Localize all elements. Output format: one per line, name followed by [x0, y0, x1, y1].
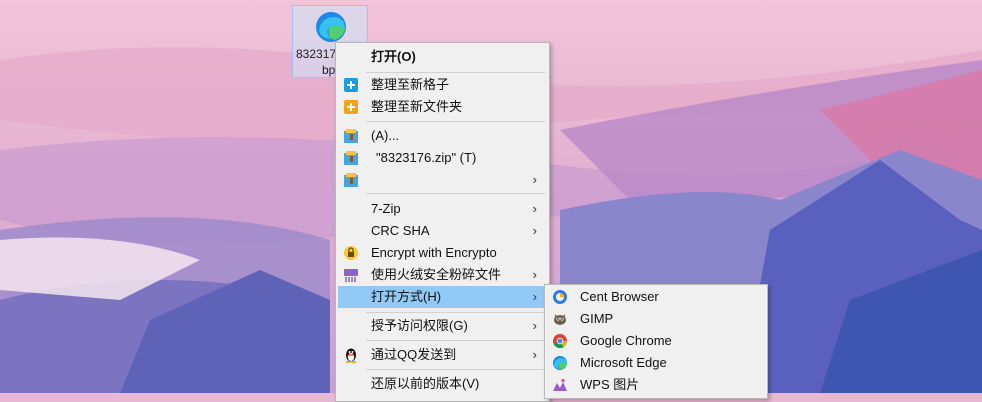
menu-separator: [366, 369, 545, 370]
menu-item-label: 打开(O): [371, 49, 416, 64]
menu-item-restore-versions[interactable]: 还原以前的版本(V): [338, 373, 547, 395]
chevron-right-icon: ›: [532, 223, 537, 238]
plus-box-blue-icon: [344, 78, 358, 92]
chevron-right-icon: ›: [532, 347, 537, 362]
submenu-item-gimp[interactable]: GIMP: [547, 308, 765, 330]
archive-icon: [344, 173, 358, 187]
menu-item-label: Encrypt with Encrypto: [371, 245, 497, 260]
menu-separator: [366, 193, 545, 194]
chevron-right-icon: ›: [532, 318, 537, 333]
menu-item-open-with[interactable]: 打开方式(H) ›: [338, 286, 547, 308]
submenu-item-cent-browser[interactable]: Cent Browser: [547, 286, 765, 308]
chevron-right-icon: ›: [532, 289, 537, 304]
submenu-item-label: Cent Browser: [580, 289, 659, 304]
archive-icon: [344, 129, 358, 143]
menu-item-crc-sha[interactable]: CRC SHA ›: [338, 220, 547, 242]
menu-separator: [366, 72, 545, 73]
open-with-submenu: Cent Browser GIMP Google Chrome Microsof…: [544, 284, 768, 399]
chevron-right-icon: ›: [532, 267, 537, 282]
menu-item-archive-zip[interactable]: "8323176.zip" (T): [338, 147, 547, 169]
menu-item-send-qq[interactable]: 通过QQ发送到 ›: [338, 344, 547, 366]
menu-separator: [366, 312, 545, 313]
menu-item-label: 7-Zip: [371, 201, 401, 216]
menu-separator: [366, 340, 545, 341]
edge-icon: [553, 356, 567, 370]
menu-item-label: 打开方式(H): [371, 289, 442, 304]
menu-item-archive-add[interactable]: (A)...: [338, 125, 547, 147]
submenu-item-label: Google Chrome: [580, 333, 672, 348]
cent-browser-icon: [553, 290, 567, 304]
qq-penguin-icon: [345, 348, 357, 363]
encrypto-lock-icon: [344, 246, 358, 260]
menu-item-label: "8323176.zip" (T): [376, 150, 477, 165]
menu-item-label: (A)...: [371, 128, 400, 143]
menu-separator: [366, 121, 545, 122]
menu-item-label: 还原以前的版本(V): [371, 376, 480, 391]
chevron-right-icon: ›: [532, 172, 537, 187]
submenu-item-label: Microsoft Edge: [580, 355, 667, 370]
gimp-icon: [554, 314, 566, 325]
menu-item-organize-folder[interactable]: 整理至新文件夹: [338, 96, 547, 118]
menu-item-label: CRC SHA: [371, 223, 430, 238]
submenu-item-label: GIMP: [580, 311, 614, 326]
edge-icon: [316, 12, 346, 42]
menu-item-label: 整理至新文件夹: [371, 99, 463, 114]
wps-picture-icon: [553, 378, 567, 391]
shredder-icon: [344, 269, 358, 282]
chrome-icon: [553, 334, 568, 349]
plus-folder-orange-icon: [344, 100, 358, 114]
menu-item-label: 通过QQ发送到: [371, 347, 457, 362]
archive-icon: [344, 151, 358, 165]
menu-item-label: 整理至新格子: [371, 77, 450, 92]
menu-item-archive-more[interactable]: ›: [338, 169, 547, 191]
chevron-right-icon: ›: [532, 201, 537, 216]
menu-item-label: 授予访问权限(G): [371, 318, 468, 333]
menu-item-organize-grid[interactable]: 整理至新格子: [338, 74, 547, 96]
menu-item-encrypto[interactable]: Encrypt with Encrypto: [338, 242, 547, 264]
menu-item-open[interactable]: 打开(O): [338, 46, 547, 68]
menu-item-7zip[interactable]: 7-Zip ›: [338, 198, 547, 220]
context-menu: 打开(O) 整理至新格子 整理至新文件夹 (A)... "8323176.zip…: [335, 42, 550, 402]
menu-item-label: 使用火绒安全粉碎文件: [371, 267, 502, 282]
menu-item-grant-access[interactable]: 授予访问权限(G) ›: [338, 315, 547, 337]
submenu-item-microsoft-edge[interactable]: Microsoft Edge: [547, 352, 765, 374]
submenu-item-google-chrome[interactable]: Google Chrome: [547, 330, 765, 352]
menu-item-shred[interactable]: 使用火绒安全粉碎文件 ›: [338, 264, 547, 286]
